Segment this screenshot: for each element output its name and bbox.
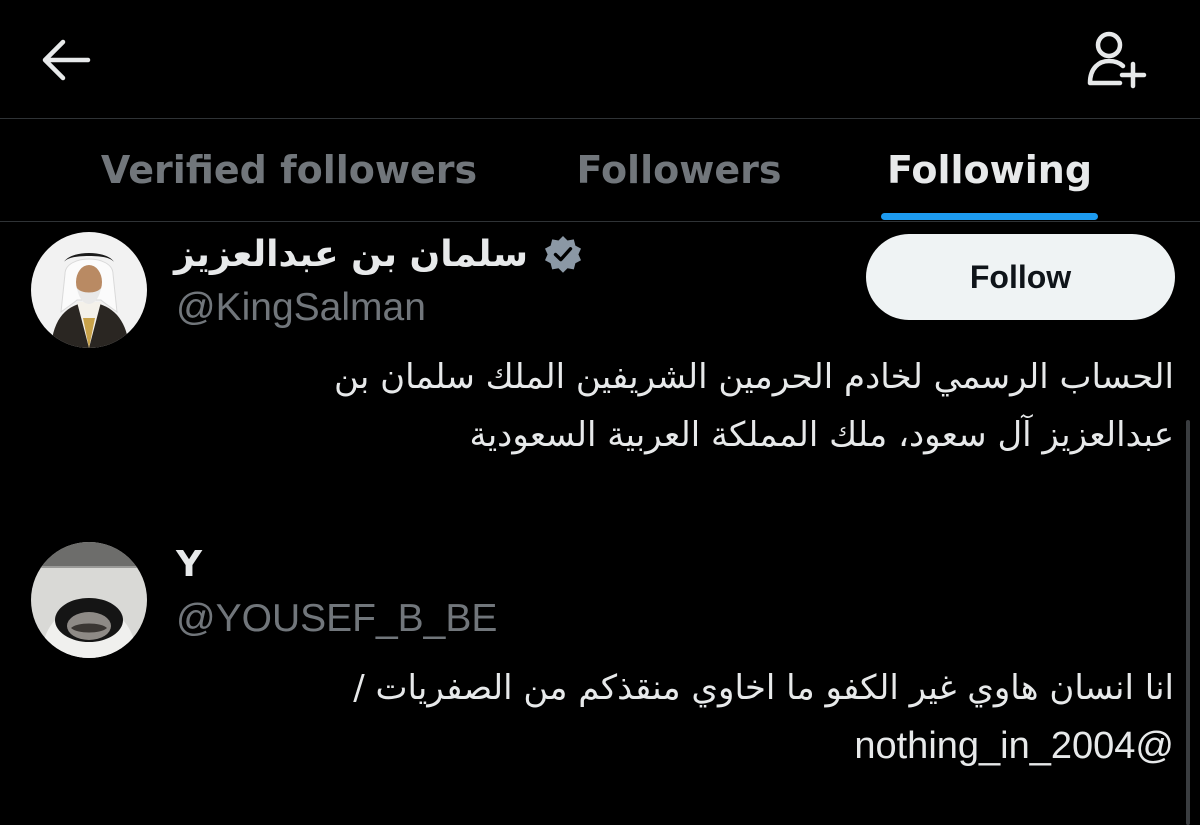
bio-line: الحساب الرسمي لخادم الحرمين الشريفين الم… — [333, 357, 1174, 397]
user-bio: انا انسان هاوي غير الكفو ما اخاوي منقذكم… — [176, 659, 1174, 775]
tab-followers[interactable]: Followers — [566, 119, 792, 221]
display-name[interactable]: سلمان بن عبدالعزيز — [174, 234, 528, 275]
user-bio: الحساب الرسمي لخادم الحرمين الشريفين الم… — [176, 348, 1174, 464]
avatar[interactable] — [31, 542, 147, 658]
avatar-image — [31, 232, 147, 348]
active-tab-indicator — [881, 213, 1098, 220]
verified-badge-icon — [543, 234, 583, 274]
arrow-left-icon — [42, 39, 91, 81]
person-plus-icon — [1087, 31, 1147, 89]
back-button[interactable] — [36, 32, 96, 88]
bio-mention-link[interactable]: @nothing_in_2004 — [176, 717, 1174, 775]
tab-verified-followers[interactable]: Verified followers — [96, 119, 482, 221]
bio-line: عبدالعزيز آل سعود، ملك المملكة العربية ا… — [469, 415, 1174, 455]
bio-line: انا انسان هاوي غير الكفو ما اخاوي منقذكم… — [353, 668, 1174, 708]
username-handle[interactable]: @KingSalman — [176, 286, 426, 330]
add-user-button[interactable] — [1082, 28, 1152, 92]
top-bar — [0, 0, 1200, 119]
username-handle[interactable]: @YOUSEF_B_BE — [176, 597, 497, 641]
avatar[interactable] — [31, 232, 147, 348]
display-name[interactable]: Y — [176, 544, 202, 585]
follow-button[interactable]: Follow — [866, 234, 1175, 320]
tab-following[interactable]: Following — [881, 119, 1098, 221]
tab-bar: Verified followers Followers Following — [0, 119, 1200, 222]
scrollbar[interactable] — [1186, 420, 1190, 825]
avatar-image — [31, 542, 147, 658]
